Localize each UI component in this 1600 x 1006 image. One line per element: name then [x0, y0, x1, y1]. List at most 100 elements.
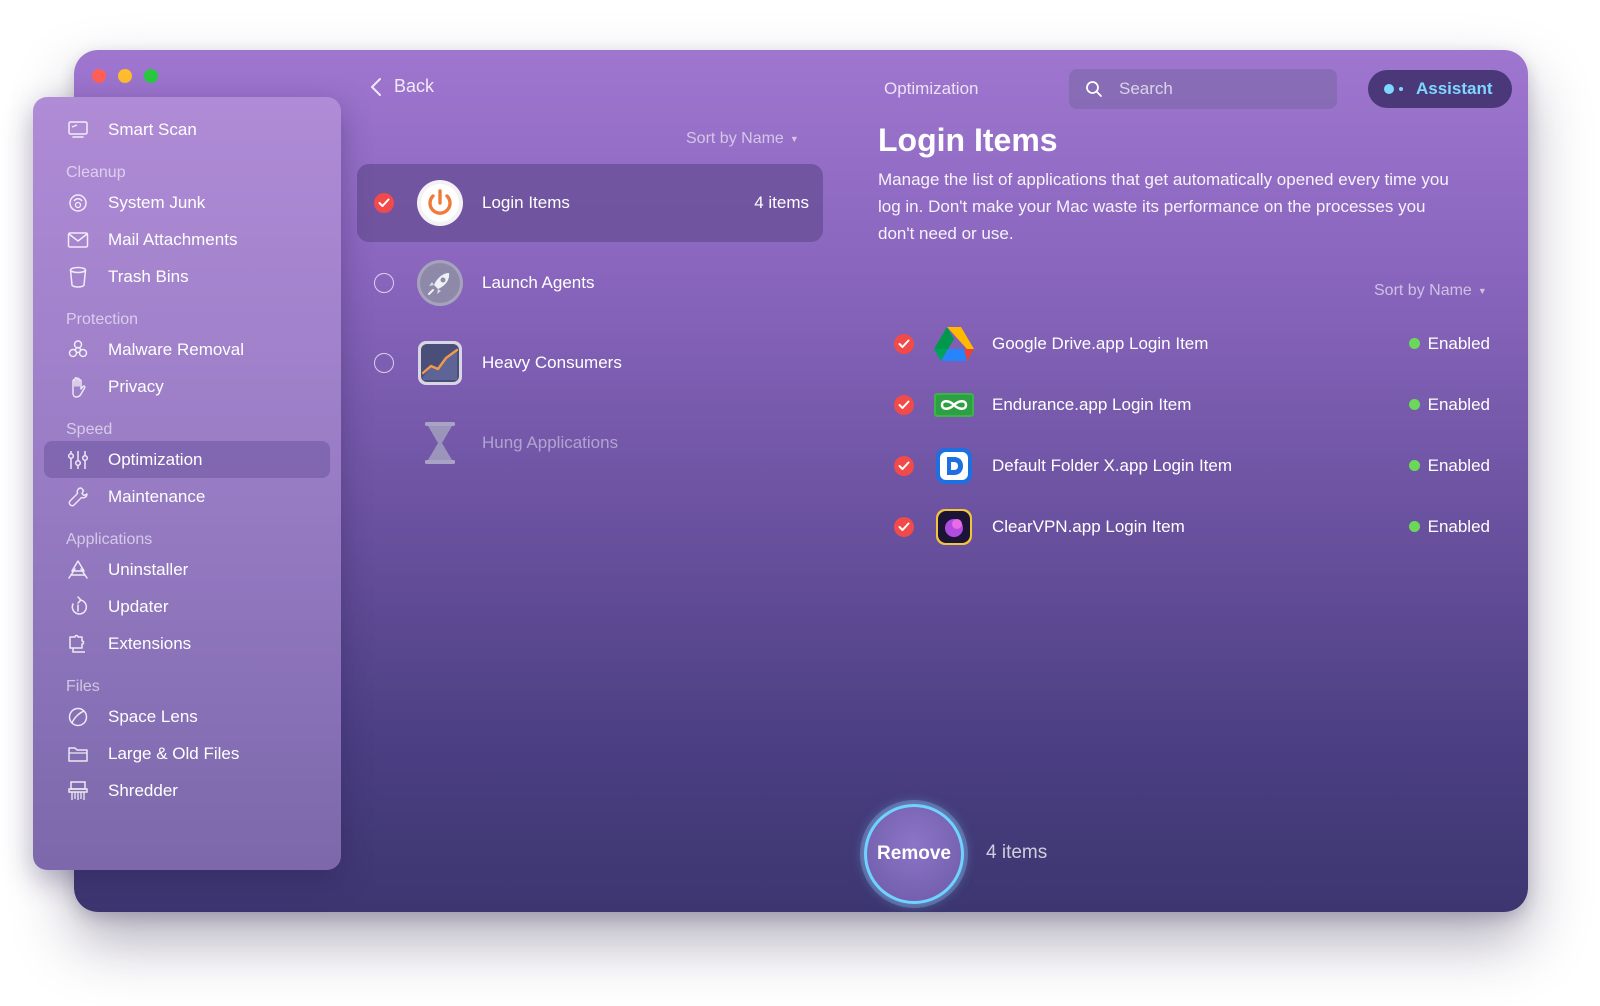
- remove-button-halo: Remove: [860, 800, 968, 908]
- sidebar-item-smart-scan[interactable]: Smart Scan: [44, 111, 330, 148]
- category-checkbox-placeholder: [374, 433, 394, 453]
- sidebar-item-uninstaller[interactable]: Uninstaller: [44, 551, 330, 588]
- biohazard-icon: [66, 338, 90, 362]
- category-login-items[interactable]: Login Items 4 items: [357, 164, 823, 242]
- category-checkbox[interactable]: [374, 353, 394, 373]
- sidebar-item-trash-bins[interactable]: Trash Bins: [44, 258, 330, 295]
- category-label: Login Items: [482, 193, 570, 212]
- sliders-icon: [66, 448, 90, 472]
- back-button[interactable]: Back: [370, 76, 434, 97]
- item-checkbox[interactable]: [894, 455, 914, 476]
- detail-title: Login Items: [878, 122, 1058, 158]
- sidebar-item-label: Mail Attachments: [108, 229, 238, 249]
- minimize-button[interactable]: [118, 69, 132, 83]
- list-item[interactable]: ClearVPN.app Login Item Enabled: [880, 496, 1500, 557]
- item-checkbox[interactable]: [894, 333, 914, 354]
- sidebar-item-system-junk[interactable]: System Junk: [44, 184, 330, 221]
- status-dot-icon: [1408, 338, 1420, 349]
- checkmark-icon: [898, 461, 910, 470]
- assistant-button[interactable]: Assistant: [1368, 70, 1512, 108]
- login-items-list: Google Drive.app Login Item Enabled Endu…: [880, 313, 1500, 557]
- status-dot-icon: [1408, 399, 1420, 410]
- caret-down-icon: ▼: [1477, 285, 1487, 296]
- category-checkbox[interactable]: [374, 193, 394, 213]
- status-badge: Enabled: [1408, 333, 1490, 354]
- assistant-dot-icon: [1384, 84, 1394, 94]
- status-dot-icon: [1408, 460, 1420, 471]
- chart-icon: [416, 339, 464, 387]
- sidebar-item-label: Space Lens: [108, 706, 198, 726]
- view-title: Optimization: [884, 79, 979, 98]
- checkmark-icon: [898, 339, 910, 348]
- sidebar-item-large-old-files[interactable]: Large & Old Files: [44, 735, 330, 772]
- remove-count: 4 items: [986, 842, 1048, 863]
- sidebar-item-maintenance[interactable]: Maintenance: [44, 478, 330, 515]
- status-badge: Enabled: [1408, 516, 1490, 537]
- sidebar-item-label: Malware Removal: [108, 339, 245, 359]
- checkmark-icon: [898, 522, 910, 531]
- rocket-icon: [416, 259, 464, 307]
- category-launch-agents[interactable]: Launch Agents: [357, 244, 823, 322]
- status-badge: Enabled: [1408, 394, 1490, 415]
- sidebar-item-label: Extensions: [108, 633, 192, 653]
- status-badge: Enabled: [1408, 456, 1490, 476]
- category-list: Login Items 4 items Launch Agents Heavy …: [357, 164, 823, 484]
- sidebar-item-updater[interactable]: Updater: [44, 588, 330, 625]
- list-item[interactable]: Endurance.app Login Item Enabled: [880, 374, 1500, 435]
- sidebar-item-label: Uninstaller: [108, 559, 189, 579]
- item-checkbox[interactable]: [894, 394, 914, 415]
- sidebar-item-extensions[interactable]: Extensions: [44, 625, 330, 662]
- sidebar-item-label: Optimization: [108, 449, 203, 469]
- status-label: Enabled: [1427, 394, 1490, 414]
- category-heavy-consumers[interactable]: Heavy Consumers: [357, 324, 823, 402]
- remove-button[interactable]: Remove: [864, 804, 964, 904]
- sidebar-item-privacy[interactable]: Privacy: [44, 368, 330, 405]
- sidebar-item-label: Privacy: [108, 376, 164, 396]
- search-field[interactable]: Search: [1069, 69, 1337, 109]
- close-button[interactable]: [92, 69, 106, 83]
- monitor-icon: [66, 118, 90, 142]
- sidebar-section-applications: Applications: [66, 531, 153, 548]
- item-sort-dropdown[interactable]: Sort by Name ▼: [1374, 282, 1487, 300]
- sidebar-item-mail-attachments[interactable]: Mail Attachments: [44, 221, 330, 258]
- item-checkbox[interactable]: [894, 516, 914, 537]
- list-item[interactable]: Google Drive.app Login Item Enabled: [880, 313, 1500, 374]
- sidebar-item-malware-removal[interactable]: Malware Removal: [44, 331, 330, 368]
- clearvpn-icon: [934, 507, 974, 547]
- sidebar: Smart Scan Cleanup System Junk Mail Atta…: [33, 97, 341, 870]
- list-item[interactable]: Default Folder X.app Login Item Enabled: [880, 435, 1500, 496]
- item-name: Default Folder X.app Login Item: [992, 455, 1233, 475]
- sidebar-section-protection: Protection: [66, 311, 139, 328]
- assistant-label: Assistant: [1416, 79, 1493, 98]
- item-name: Endurance.app Login Item: [992, 394, 1192, 414]
- sidebar-item-shredder[interactable]: Shredder: [44, 772, 330, 809]
- category-count: 4 items: [754, 193, 809, 212]
- sidebar-item-label: Large & Old Files: [108, 743, 240, 763]
- checkmark-icon: [898, 400, 910, 409]
- category-sort-label: Sort by Name: [686, 130, 784, 147]
- broom-icon: [66, 191, 90, 215]
- status-label: Enabled: [1427, 333, 1490, 353]
- category-hung-applications: Hung Applications: [357, 404, 823, 482]
- caret-down-icon: ▼: [789, 133, 799, 144]
- sidebar-item-label: System Junk: [108, 192, 206, 212]
- uninstaller-icon: [66, 558, 90, 582]
- trash-icon: [66, 265, 90, 289]
- item-name: Google Drive.app Login Item: [992, 333, 1209, 353]
- endurance-icon: [934, 385, 974, 425]
- shredder-icon: [66, 779, 90, 803]
- category-label: Launch Agents: [482, 273, 595, 292]
- window-controls: [92, 69, 158, 83]
- category-sort-dropdown[interactable]: Sort by Name ▼: [686, 130, 799, 148]
- assistant-small-dot-icon: [1399, 87, 1403, 91]
- search-icon: [1086, 81, 1102, 97]
- category-label: Hung Applications: [482, 433, 619, 452]
- default-folder-icon: [934, 446, 974, 486]
- sidebar-item-space-lens[interactable]: Space Lens: [44, 698, 330, 735]
- sidebar-item-label: Smart Scan: [108, 119, 197, 139]
- status-label: Enabled: [1427, 516, 1490, 536]
- sidebar-item-optimization[interactable]: Optimization: [44, 441, 330, 478]
- zoom-button[interactable]: [144, 69, 158, 83]
- category-checkbox[interactable]: [374, 273, 394, 293]
- category-label: Heavy Consumers: [482, 353, 622, 372]
